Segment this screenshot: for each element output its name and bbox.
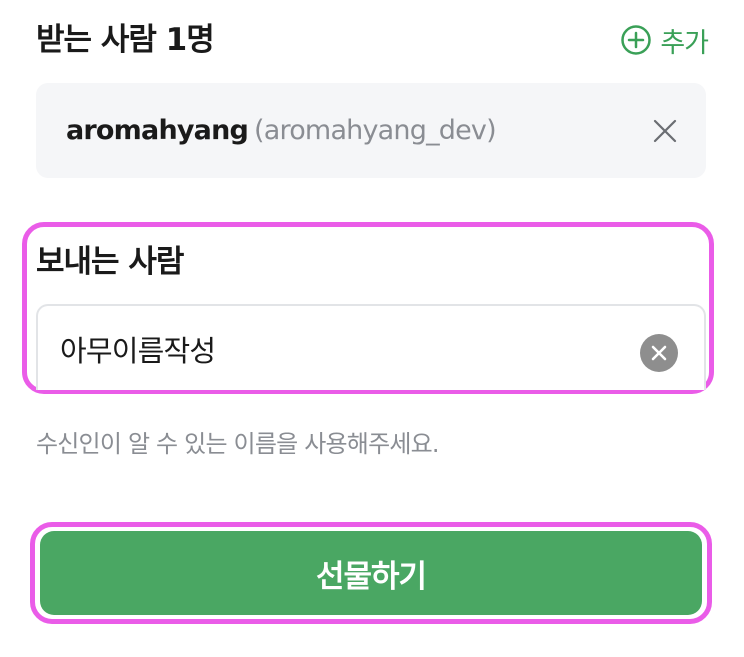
recipient-id: (aromahyang_dev) — [254, 115, 497, 146]
sender-name-field — [36, 304, 706, 390]
add-recipient-label: 추가 — [660, 27, 709, 59]
clear-circle-icon — [640, 334, 678, 372]
sender-helper-text: 수신인이 알 수 있는 이름을 사용해주세요. — [36, 430, 440, 458]
remove-recipient-button[interactable] — [652, 118, 678, 144]
add-recipient-button[interactable]: 추가 — [620, 18, 709, 62]
sender-name-input[interactable] — [60, 320, 620, 378]
gift-submit-button[interactable]: 선물하기 — [40, 531, 702, 615]
recipient-name: aromahyang — [66, 115, 249, 146]
recipient-item: aromahyang (aromahyang_dev) — [36, 83, 706, 178]
clear-input-button[interactable] — [640, 334, 678, 372]
recipients-title: 받는 사람 1명 — [36, 22, 215, 58]
recipients-header: 받는 사람 1명 추가 — [36, 18, 709, 62]
close-icon — [652, 118, 678, 144]
sender-title: 보내는 사람 — [36, 244, 184, 280]
plus-circle-icon — [620, 24, 652, 56]
recipient-text: aromahyang (aromahyang_dev) — [66, 83, 497, 178]
